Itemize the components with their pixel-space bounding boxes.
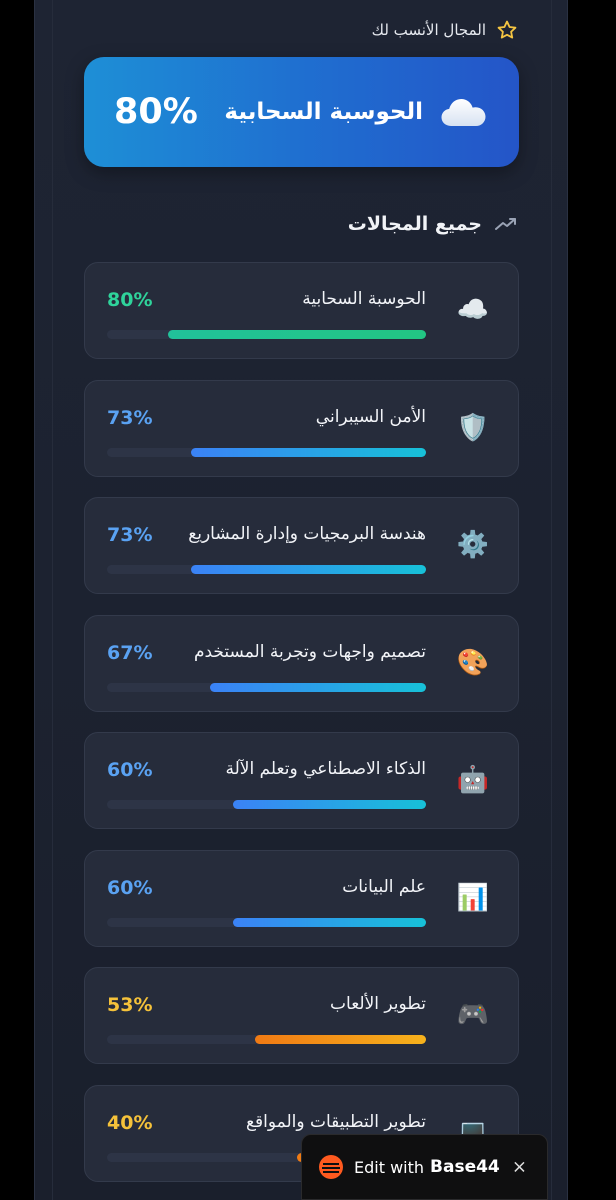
edit-with-base44-badge[interactable]: Edit with Base44 ×	[301, 1134, 548, 1200]
field-name: الأمن السيبراني	[315, 407, 426, 427]
field-percent: 60%	[107, 877, 153, 899]
star-icon	[497, 20, 517, 39]
field-percent: 73%	[107, 407, 153, 429]
progress-fill	[190, 448, 426, 457]
best-fit-card[interactable]: 80% الحوسبة السحابية	[84, 57, 519, 167]
gamepad-icon: 🎮	[456, 1000, 490, 1030]
palette-icon: 🎨	[456, 648, 490, 678]
bar-chart-icon: 📊	[456, 883, 490, 913]
progress-track	[107, 683, 426, 692]
edit-with-label: Edit with	[354, 1157, 425, 1177]
robot-icon: 🤖	[456, 765, 490, 795]
field-name: الذكاء الاصطناعي وتعلم الآلة	[225, 759, 426, 779]
cloud-icon	[441, 99, 486, 126]
field-name: تصميم واجهات وتجربة المستخدم	[193, 642, 426, 662]
progress-track	[107, 1035, 426, 1044]
shield-icon: 🛡️	[456, 413, 490, 443]
best-fit-header: المجال الأنسب لك	[372, 14, 518, 46]
progress-fill	[190, 565, 426, 574]
field-percent: 73%	[107, 524, 153, 546]
progress-track	[107, 918, 426, 927]
field-percent: 40%	[107, 1112, 153, 1134]
progress-fill	[232, 800, 426, 809]
field-name: الحوسبة السحابية	[302, 289, 426, 309]
best-fit-name: الحوسبة السحابية	[224, 99, 423, 125]
progress-track	[107, 448, 426, 457]
progress-track	[107, 565, 426, 574]
gear-icon: ⚙️	[456, 530, 490, 560]
field-card[interactable]: 🎮 تطوير الألعاب 53%	[84, 967, 519, 1064]
best-fit-label: المجال الأنسب لك	[371, 21, 486, 39]
best-fit-percent: 80%	[114, 92, 198, 132]
progress-track	[107, 330, 426, 339]
trend-icon	[495, 218, 516, 230]
field-card[interactable]: 🤖 الذكاء الاصطناعي وتعلم الآلة 60%	[84, 732, 519, 829]
base44-logo-icon	[319, 1155, 343, 1179]
all-fields-title: جميع المجالات	[347, 213, 482, 235]
progress-fill	[232, 918, 426, 927]
close-icon[interactable]: ×	[512, 1157, 527, 1178]
field-percent: 60%	[107, 759, 153, 781]
base44-brand: Base44	[430, 1157, 500, 1177]
progress-fill	[210, 683, 426, 692]
field-name: تطوير الألعاب	[330, 994, 426, 1014]
field-name: تطوير التطبيقات والمواقع	[245, 1112, 426, 1132]
field-percent: 53%	[107, 994, 153, 1016]
cloud-icon: ☁️	[456, 295, 490, 325]
progress-track	[107, 800, 426, 809]
field-card[interactable]: 🛡️ الأمن السيبراني 73%	[84, 380, 519, 477]
field-percent: 67%	[107, 642, 153, 664]
progress-fill	[255, 1035, 426, 1044]
field-percent: 80%	[107, 289, 153, 311]
field-name: هندسة البرمجيات وإدارة المشاريع	[188, 524, 426, 544]
field-card[interactable]: 📊 علم البيانات 60%	[84, 850, 519, 947]
field-name: علم البيانات	[342, 877, 426, 897]
field-card[interactable]: 🎨 تصميم واجهات وتجربة المستخدم 67%	[84, 615, 519, 712]
field-card[interactable]: ☁️ الحوسبة السحابية 80%	[84, 262, 519, 359]
progress-fill	[168, 330, 426, 339]
all-fields-heading: جميع المجالات	[348, 206, 518, 242]
field-card[interactable]: ⚙️ هندسة البرمجيات وإدارة المشاريع 73%	[84, 497, 519, 594]
